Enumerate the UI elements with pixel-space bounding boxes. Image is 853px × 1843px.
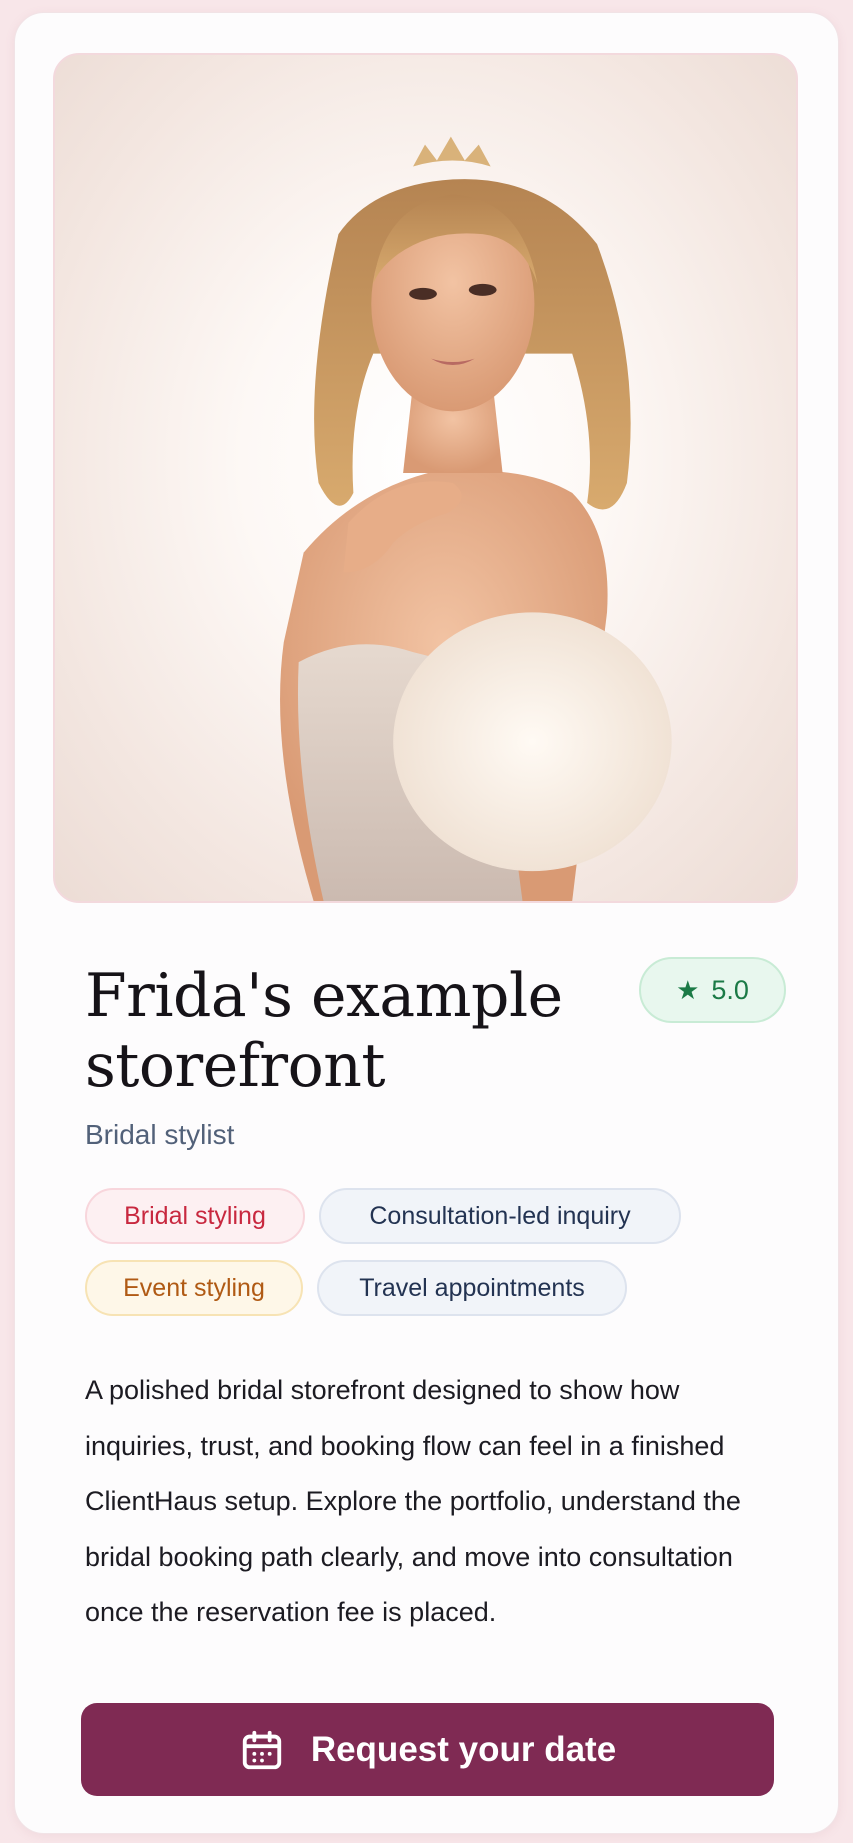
tag-bridal-styling: Bridal styling <box>85 1188 305 1244</box>
storefront-subtitle: Bridal stylist <box>85 1119 235 1150</box>
tag-event-styling: Event styling <box>85 1260 303 1316</box>
rating-value: 5.0 <box>711 974 749 1005</box>
tag-consultation-led-inquiry: Consultation-led inquiry <box>319 1188 681 1244</box>
calendar-icon <box>242 1730 281 1769</box>
storefront-title: Frida's example storefront <box>85 961 563 1101</box>
bridal-portrait-image <box>280 136 672 901</box>
rating-badge: ★ 5.0 <box>639 957 786 1023</box>
star-icon: ★ <box>676 975 700 1005</box>
storefront-description: A polished bridal storefront designed to… <box>85 1375 741 1627</box>
request-date-button[interactable]: Request your date <box>81 1703 774 1796</box>
request-date-label: Request your date <box>310 1729 617 1769</box>
storefront-card: Frida's example storefront ★ 5.0 Bridal … <box>14 12 839 1834</box>
hero-photo <box>53 53 798 903</box>
tag-travel-appointments: Travel appointments <box>317 1260 627 1316</box>
